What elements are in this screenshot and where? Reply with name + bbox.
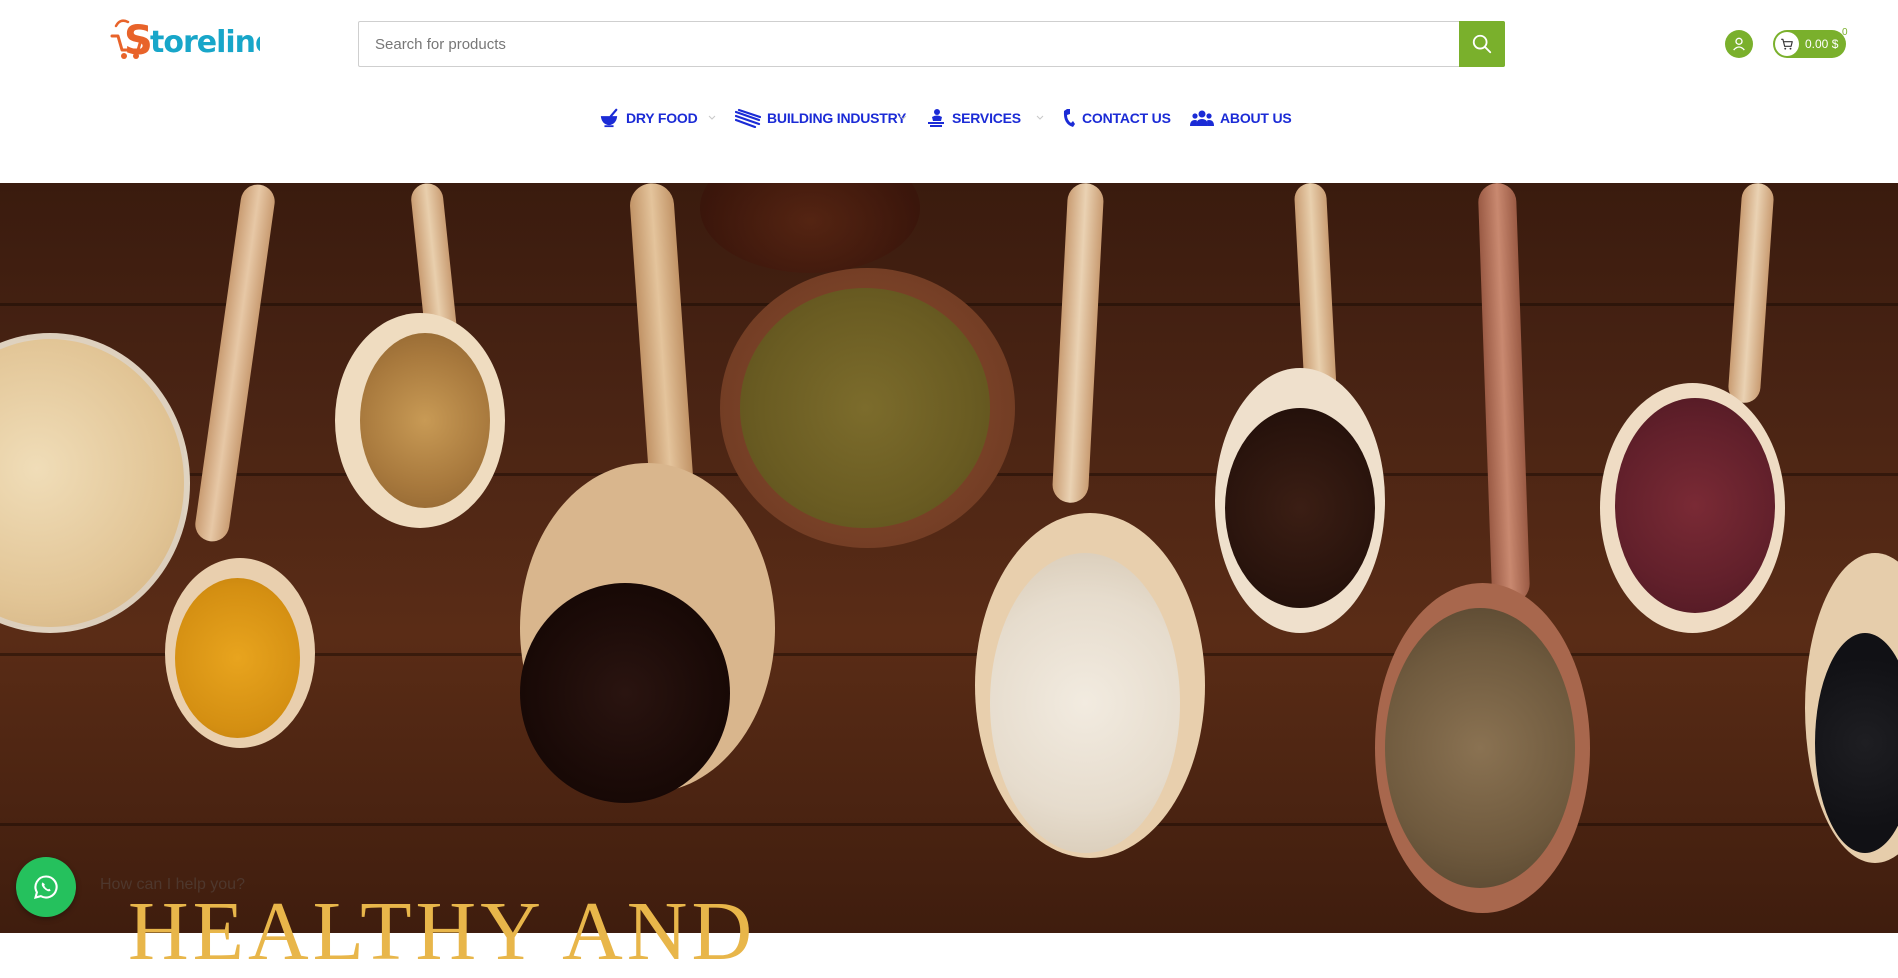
- spoon-handle: [193, 183, 277, 544]
- nav-item-contact-us[interactable]: CONTACT US: [1062, 104, 1171, 132]
- cumin-powder-spice: [740, 288, 990, 528]
- chevron-down-icon: [1036, 115, 1044, 120]
- svg-text:toreline: toreline: [150, 25, 260, 60]
- cloves-spice: [1225, 408, 1375, 608]
- cart-button[interactable]: 0.00 $: [1773, 30, 1846, 58]
- group-icon: [1190, 108, 1214, 128]
- wood-plank-line: [0, 823, 1898, 826]
- account-button[interactable]: [1725, 30, 1753, 58]
- nav-label-services: SERVICES: [952, 110, 1021, 126]
- whatsapp-tooltip: How can I help you?: [100, 876, 245, 893]
- spoon-handle: [1051, 183, 1105, 504]
- search-icon: [1472, 34, 1492, 54]
- whatsapp-button[interactable]: [16, 857, 76, 917]
- svg-text:S: S: [124, 18, 153, 62]
- coriander-seeds-spice: [360, 333, 490, 508]
- spoon-handle: [1477, 183, 1531, 604]
- nav-label-building-industry: BUILDING INDUSTRY: [767, 110, 907, 126]
- search-input[interactable]: [359, 22, 1459, 66]
- hero-title: HEALTHY AND: [128, 885, 757, 978]
- site-logo[interactable]: S toreline: [110, 16, 260, 62]
- cart-total: 0.00 $: [1805, 37, 1839, 51]
- whatsapp-icon: [34, 875, 58, 899]
- spoon-handle: [1727, 183, 1775, 404]
- chevron-down-icon: [708, 115, 716, 120]
- mortar-icon: [598, 108, 620, 128]
- background-bowl: [700, 183, 920, 273]
- cart-icon-wrap: [1775, 32, 1799, 56]
- chevron-down-icon: [899, 115, 907, 120]
- search-bar: [358, 21, 1505, 67]
- logo-mark: S toreline: [110, 18, 260, 62]
- ginger-powder-bowl: [0, 333, 190, 633]
- service-worker-icon: [926, 108, 946, 128]
- nav-item-building-industry[interactable]: BUILDING INDUSTRY: [735, 104, 906, 132]
- nav-item-about-us[interactable]: ABOUT US: [1190, 104, 1292, 132]
- nav-label-dry-food: DRY FOOD: [626, 110, 698, 126]
- dried-fruit-spice: [520, 583, 730, 803]
- rebar-icon: [735, 108, 761, 128]
- search-button[interactable]: [1459, 21, 1505, 67]
- nav-label-contact-us: CONTACT US: [1082, 110, 1171, 126]
- phone-icon: [1062, 108, 1076, 128]
- turmeric-spice: [175, 578, 300, 738]
- site-header: S toreline 0.00 $ 0: [0, 0, 1898, 183]
- nav-item-dry-food[interactable]: DRY FOOD: [598, 104, 698, 132]
- nav-label-about-us: ABOUT US: [1220, 110, 1292, 126]
- sesame-seeds-spice: [990, 553, 1180, 853]
- caraway-seeds-spice: [1385, 608, 1575, 888]
- cart-count-badge: 0: [1842, 27, 1848, 38]
- user-icon: [1733, 37, 1745, 51]
- main-nav: DRY FOOD BUILDING INDUSTRY SERVICES CONT…: [0, 100, 1898, 136]
- hero-banner: [0, 183, 1898, 933]
- cart-icon: [1781, 38, 1793, 50]
- sumac-spice: [1615, 398, 1775, 613]
- nav-item-services[interactable]: SERVICES: [926, 104, 1021, 132]
